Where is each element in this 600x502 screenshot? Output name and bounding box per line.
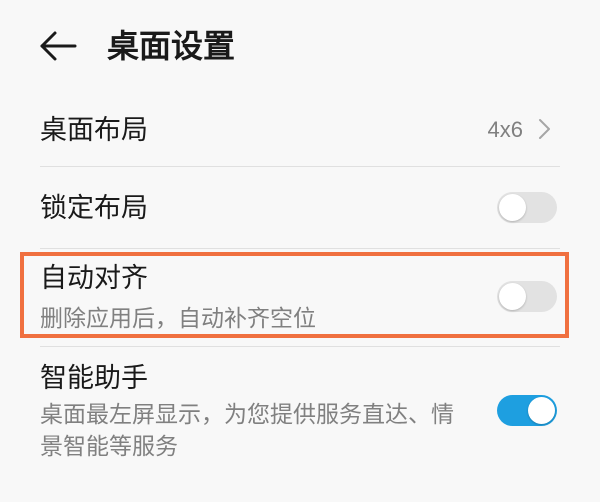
settings-list: 桌面布局 4x6 锁定布局 自动对齐 删除应用后，自动补齐空位 智能助手 桌面最… [0, 0, 600, 502]
chevron-right-icon [537, 118, 551, 140]
setting-label: 自动对齐 [40, 263, 148, 293]
setting-row-smart-assistant[interactable]: 智能助手 桌面最左屏显示，为您提供服务直达、情景智能等服务 [0, 347, 600, 497]
setting-value: 4x6 [487, 117, 523, 142]
toggle-knob [528, 397, 555, 424]
auto-align-toggle[interactable] [497, 281, 557, 312]
toggle-knob [499, 283, 526, 310]
setting-label: 智能助手 [40, 363, 148, 393]
setting-label: 桌面布局 [40, 115, 148, 145]
smart-assistant-toggle[interactable] [497, 395, 557, 426]
setting-row-desktop-layout[interactable]: 桌面布局 4x6 [0, 94, 600, 166]
setting-row-auto-align[interactable]: 自动对齐 删除应用后，自动补齐空位 [0, 249, 600, 346]
setting-description: 桌面最左屏显示，为您提供服务直达、情景智能等服务 [40, 401, 454, 459]
setting-row-lock-layout[interactable]: 锁定布局 [0, 167, 600, 248]
setting-label: 锁定布局 [40, 193, 148, 223]
setting-description: 删除应用后，自动补齐空位 [40, 305, 316, 331]
lock-layout-toggle[interactable] [497, 192, 557, 223]
toggle-knob [499, 194, 526, 221]
